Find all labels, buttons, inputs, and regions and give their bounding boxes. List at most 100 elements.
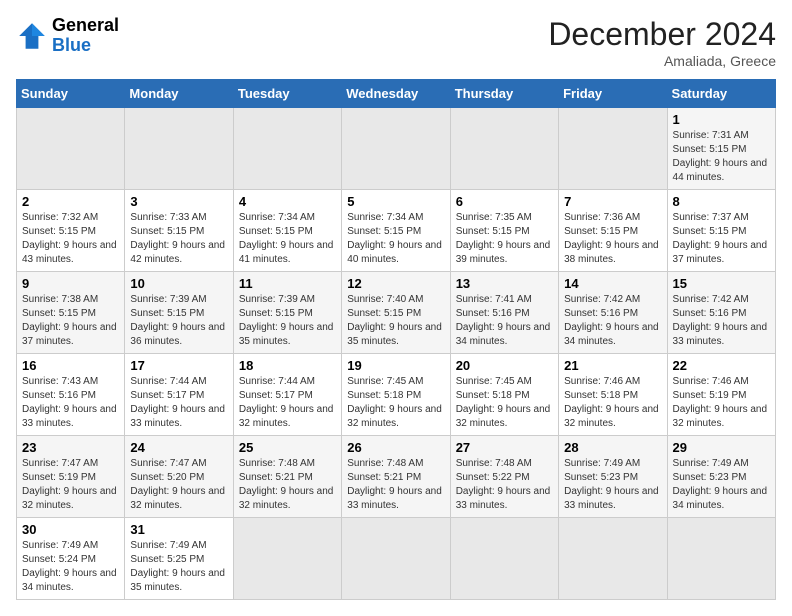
day-number: 7 bbox=[564, 194, 661, 209]
calendar-cell: 31 Sunrise: 7:49 AMSunset: 5:25 PMDayligh… bbox=[125, 518, 233, 600]
day-info: Sunrise: 7:38 AMSunset: 5:15 PMDaylight:… bbox=[22, 293, 119, 349]
day-number: 23 bbox=[22, 440, 119, 455]
day-number: 4 bbox=[239, 194, 336, 209]
calendar-cell: 7Sunrise: 7:36 AMSunset: 5:15 PMDaylight… bbox=[559, 190, 667, 272]
day-info: Sunrise: 7:45 AMSunset: 5:18 PMDaylight:… bbox=[347, 375, 444, 431]
day-number: 14 bbox=[564, 276, 661, 291]
day-info: Sunrise: 7:44 AMSunset: 5:17 PMDaylight:… bbox=[239, 375, 336, 431]
day-info: Sunrise: 7:47 AMSunset: 5:19 PMDaylight:… bbox=[22, 457, 119, 513]
day-number: 20 bbox=[456, 358, 553, 373]
calendar-cell bbox=[342, 518, 450, 600]
calendar-cell: 12Sunrise: 7:40 AMSunset: 5:15 PMDayligh… bbox=[342, 272, 450, 354]
title-block: December 2024 Amaliada, Greece bbox=[548, 16, 776, 69]
calendar-cell: 9 Sunrise: 7:38 AMSunset: 5:15 PMDaylight… bbox=[17, 272, 125, 354]
column-header-monday: Monday bbox=[125, 80, 233, 108]
day-info: Sunrise: 7:48 AMSunset: 5:21 PMDaylight:… bbox=[347, 457, 444, 513]
calendar-cell: 28Sunrise: 7:49 AMSunset: 5:23 PMDayligh… bbox=[559, 436, 667, 518]
column-header-wednesday: Wednesday bbox=[342, 80, 450, 108]
calendar-cell: 3 Sunrise: 7:33 AMSunset: 5:15 PMDaylight… bbox=[125, 190, 233, 272]
day-info: Sunrise: 7:48 AMSunset: 5:22 PMDaylight:… bbox=[456, 457, 553, 513]
calendar-cell: 18Sunrise: 7:44 AMSunset: 5:17 PMDayligh… bbox=[233, 354, 341, 436]
calendar-cell: 15 Sunrise: 7:42 AMSunset: 5:16 PMDayligh… bbox=[667, 272, 775, 354]
calendar-cell: 27Sunrise: 7:48 AMSunset: 5:22 PMDayligh… bbox=[450, 436, 558, 518]
calendar-cell bbox=[233, 108, 341, 190]
calendar-table: SundayMondayTuesdayWednesdayThursdayFrid… bbox=[16, 79, 776, 600]
day-number: 30 bbox=[22, 522, 119, 537]
header-row: SundayMondayTuesdayWednesdayThursdayFrid… bbox=[17, 80, 776, 108]
day-number: 15 bbox=[673, 276, 770, 291]
calendar-cell bbox=[233, 518, 341, 600]
calendar-week-4: 16Sunrise: 7:43 AMSunset: 5:16 PMDayligh… bbox=[17, 354, 776, 436]
calendar-cell: 14 Sunrise: 7:42 AMSunset: 5:16 PMDayligh… bbox=[559, 272, 667, 354]
day-info: Sunrise: 7:37 AMSunset: 5:15 PMDaylight:… bbox=[673, 211, 770, 267]
calendar-week-2: 2Sunrise: 7:32 AMSunset: 5:15 PMDaylight… bbox=[17, 190, 776, 272]
calendar-cell: 20 Sunrise: 7:45 AMSunset: 5:18 PMDayligh… bbox=[450, 354, 558, 436]
calendar-cell: 11Sunrise: 7:39 AMSunset: 5:15 PMDayligh… bbox=[233, 272, 341, 354]
month-title: December 2024 bbox=[548, 16, 776, 53]
day-number: 10 bbox=[130, 276, 227, 291]
calendar-cell bbox=[450, 518, 558, 600]
day-number: 19 bbox=[347, 358, 444, 373]
calendar-cell bbox=[17, 108, 125, 190]
page-header: General Blue December 2024 Amaliada, Gre… bbox=[16, 16, 776, 69]
day-number: 28 bbox=[564, 440, 661, 455]
day-number: 13 bbox=[456, 276, 553, 291]
column-header-tuesday: Tuesday bbox=[233, 80, 341, 108]
day-number: 26 bbox=[347, 440, 444, 455]
calendar-cell bbox=[559, 518, 667, 600]
day-number: 3 bbox=[130, 194, 227, 209]
day-number: 2 bbox=[22, 194, 119, 209]
calendar-cell: 21 Sunrise: 7:46 AMSunset: 5:18 PMDayligh… bbox=[559, 354, 667, 436]
day-info: Sunrise: 7:49 AMSunset: 5:24 PMDaylight:… bbox=[22, 539, 119, 595]
day-info: Sunrise: 7:33 AMSunset: 5:15 PMDaylight:… bbox=[130, 211, 227, 267]
calendar-cell: 25Sunrise: 7:48 AMSunset: 5:21 PMDayligh… bbox=[233, 436, 341, 518]
day-info: Sunrise: 7:48 AMSunset: 5:21 PMDaylight:… bbox=[239, 457, 336, 513]
day-info: Sunrise: 7:46 AMSunset: 5:19 PMDaylight:… bbox=[673, 375, 770, 431]
calendar-cell: 6Sunrise: 7:35 AMSunset: 5:15 PMDaylight… bbox=[450, 190, 558, 272]
calendar-cell: 26 Sunrise: 7:48 AMSunset: 5:21 PMDayligh… bbox=[342, 436, 450, 518]
column-header-saturday: Saturday bbox=[667, 80, 775, 108]
day-number: 22 bbox=[673, 358, 770, 373]
day-info: Sunrise: 7:42 AMSunset: 5:16 PMDaylight:… bbox=[673, 293, 770, 349]
day-number: 21 bbox=[564, 358, 661, 373]
calendar-week-1: 1 Sunrise: 7:31 AMSunset: 5:15 PMDaylight… bbox=[17, 108, 776, 190]
column-header-thursday: Thursday bbox=[450, 80, 558, 108]
logo-text: General Blue bbox=[52, 16, 119, 56]
calendar-cell: 4 Sunrise: 7:34 AMSunset: 5:15 PMDaylight… bbox=[233, 190, 341, 272]
calendar-cell: 24 Sunrise: 7:47 AMSunset: 5:20 PMDayligh… bbox=[125, 436, 233, 518]
calendar-cell bbox=[125, 108, 233, 190]
day-info: Sunrise: 7:46 AMSunset: 5:18 PMDaylight:… bbox=[564, 375, 661, 431]
logo-icon bbox=[16, 20, 48, 52]
day-info: Sunrise: 7:45 AMSunset: 5:18 PMDaylight:… bbox=[456, 375, 553, 431]
calendar-cell: 2Sunrise: 7:32 AMSunset: 5:15 PMDaylight… bbox=[17, 190, 125, 272]
calendar-cell: 23 Sunrise: 7:47 AMSunset: 5:19 PMDayligh… bbox=[17, 436, 125, 518]
calendar-cell: 1 Sunrise: 7:31 AMSunset: 5:15 PMDaylight… bbox=[667, 108, 775, 190]
day-number: 16 bbox=[22, 358, 119, 373]
day-info: Sunrise: 7:39 AMSunset: 5:15 PMDaylight:… bbox=[239, 293, 336, 349]
calendar-cell: 22 Sunrise: 7:46 AMSunset: 5:19 PMDayligh… bbox=[667, 354, 775, 436]
day-number: 9 bbox=[22, 276, 119, 291]
day-number: 5 bbox=[347, 194, 444, 209]
day-info: Sunrise: 7:41 AMSunset: 5:16 PMDaylight:… bbox=[456, 293, 553, 349]
day-info: Sunrise: 7:47 AMSunset: 5:20 PMDaylight:… bbox=[130, 457, 227, 513]
day-number: 31 bbox=[130, 522, 227, 537]
logo: General Blue bbox=[16, 16, 119, 56]
calendar-cell: 13 Sunrise: 7:41 AMSunset: 5:16 PMDayligh… bbox=[450, 272, 558, 354]
calendar-cell: 19 Sunrise: 7:45 AMSunset: 5:18 PMDayligh… bbox=[342, 354, 450, 436]
calendar-week-3: 9 Sunrise: 7:38 AMSunset: 5:15 PMDaylight… bbox=[17, 272, 776, 354]
day-number: 8 bbox=[673, 194, 770, 209]
day-info: Sunrise: 7:34 AMSunset: 5:15 PMDaylight:… bbox=[239, 211, 336, 267]
day-info: Sunrise: 7:31 AMSunset: 5:15 PMDaylight:… bbox=[673, 129, 770, 185]
day-info: Sunrise: 7:42 AMSunset: 5:16 PMDaylight:… bbox=[564, 293, 661, 349]
calendar-cell: 8 Sunrise: 7:37 AMSunset: 5:15 PMDaylight… bbox=[667, 190, 775, 272]
calendar-body: 1 Sunrise: 7:31 AMSunset: 5:15 PMDaylight… bbox=[17, 108, 776, 600]
calendar-cell bbox=[342, 108, 450, 190]
day-number: 24 bbox=[130, 440, 227, 455]
calendar-cell: 30 Sunrise: 7:49 AMSunset: 5:24 PMDayligh… bbox=[17, 518, 125, 600]
location-subtitle: Amaliada, Greece bbox=[548, 53, 776, 69]
calendar-cell bbox=[667, 518, 775, 600]
day-info: Sunrise: 7:35 AMSunset: 5:15 PMDaylight:… bbox=[456, 211, 553, 267]
day-number: 1 bbox=[673, 112, 770, 127]
day-info: Sunrise: 7:49 AMSunset: 5:25 PMDaylight:… bbox=[130, 539, 227, 595]
day-number: 17 bbox=[130, 358, 227, 373]
